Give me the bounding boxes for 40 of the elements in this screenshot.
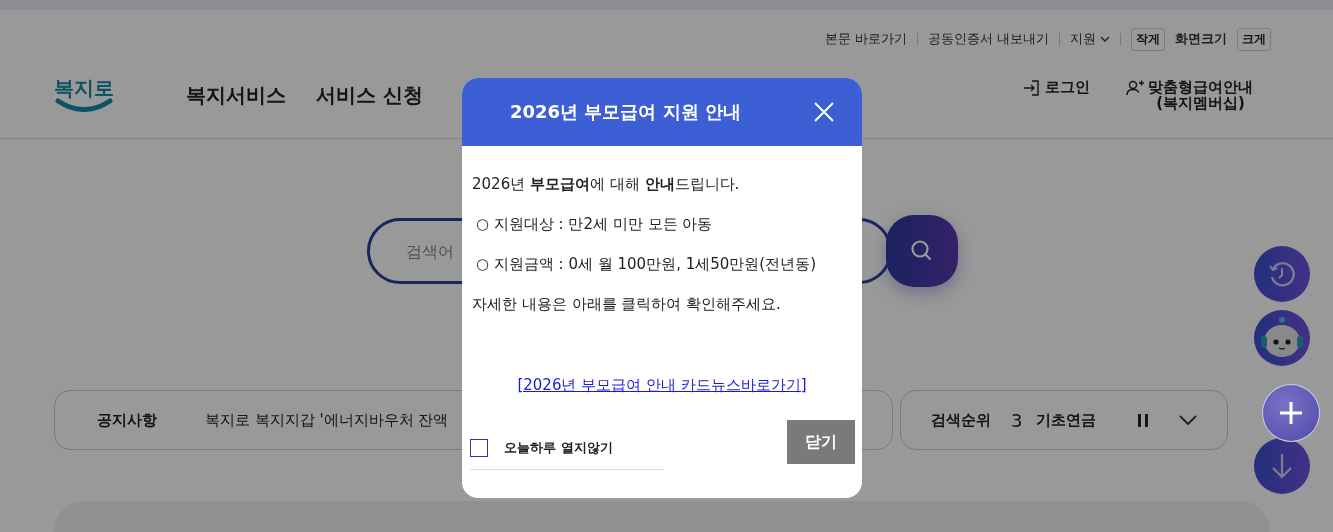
- ranking-keyword[interactable]: 기초연금: [1036, 410, 1097, 430]
- pause-icon[interactable]: [1137, 413, 1149, 427]
- chatbot-button[interactable]: [1254, 310, 1310, 366]
- popup-list-item: ○ 지원금액 : 0세 월 100만원, 1세50만원(전년동): [475, 254, 818, 274]
- login-link[interactable]: 로그인: [1023, 78, 1090, 97]
- utility-link[interactable]: 본문 바로가기: [824, 30, 907, 48]
- notice-link[interactable]: 복지로 복지지갑 '에너지바우처 잔액: [205, 410, 449, 430]
- support-dropdown[interactable]: 지원: [1070, 30, 1110, 48]
- close-button[interactable]: 닫기: [787, 420, 855, 464]
- scroll-down-button[interactable]: [1254, 438, 1310, 494]
- popup-list-item: ○ 지원대상 : 만2세 미만 모든 아동: [475, 214, 714, 234]
- font-size-label: 화면크기: [1175, 30, 1227, 48]
- plus-button[interactable]: [1262, 384, 1320, 442]
- membership-link[interactable]: 맞춤형급여안내 (복지멤버십): [1126, 78, 1253, 112]
- checkbox[interactable]: [470, 438, 488, 457]
- nav-menu-item[interactable]: 복지서비스: [186, 81, 286, 109]
- card-news-link[interactable]: [2026년 부모급여 안내 카드뉴스바로가기]: [517, 376, 807, 394]
- plus-icon: [1278, 400, 1304, 426]
- ranking-label: 검색순위: [931, 410, 991, 430]
- rank-number: 3: [1011, 409, 1023, 431]
- history-button[interactable]: [1254, 246, 1310, 302]
- larger-text-button[interactable]: 크게: [1237, 27, 1271, 51]
- login-icon: [1023, 78, 1041, 97]
- popup-text: 2026년 부모급여에 대해 안내드립니다.: [472, 174, 741, 194]
- popup-title: 2026년 부모급여 지원 안내: [510, 100, 741, 124]
- search-button[interactable]: [886, 215, 958, 287]
- utility-link[interactable]: 공동인증서 내보내기: [927, 30, 1049, 48]
- checkbox-label: 오늘하루 열지않기: [504, 438, 613, 457]
- robot-icon: [1258, 316, 1306, 360]
- popup-text: 자세한 내용은 아래를 클릭하여 확인해주세요.: [472, 294, 782, 314]
- smaller-text-button[interactable]: 작게: [1131, 27, 1165, 51]
- arrow-down-icon: [1269, 451, 1295, 481]
- close-icon[interactable]: [814, 102, 834, 122]
- chevron-down-icon[interactable]: [1179, 415, 1197, 425]
- notice-label: 공지사항: [97, 410, 157, 430]
- chevron-down-icon: [1100, 36, 1110, 42]
- history-icon: [1267, 259, 1297, 289]
- nav-menu-item[interactable]: 서비스 신청: [316, 81, 423, 109]
- add-user-icon: [1126, 78, 1144, 97]
- smile-logo-icon: [55, 98, 113, 112]
